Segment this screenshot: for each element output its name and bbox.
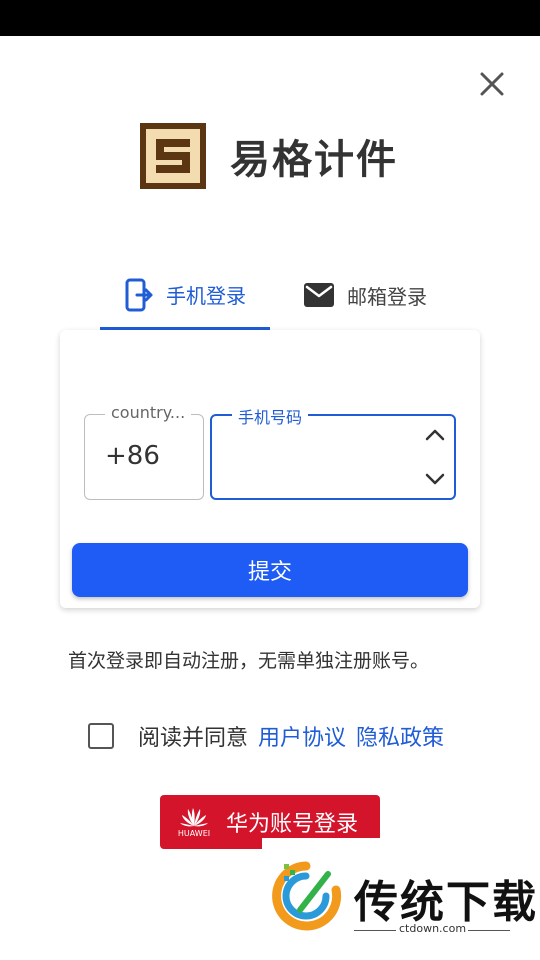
watermark-divider-right xyxy=(468,930,510,931)
submit-button[interactable]: 提交 xyxy=(72,543,468,597)
agreement-row: 阅读并同意 用户协议 隐私政策 xyxy=(88,716,444,756)
country-code-value: +86 xyxy=(105,441,160,471)
status-bar xyxy=(0,0,540,36)
tab-phone-label: 手机登录 xyxy=(166,284,246,308)
auto-register-hint: 首次登录即自动注册，无需单独注册账号。 xyxy=(68,650,430,672)
watermark-title: 传统下载 xyxy=(354,877,538,928)
app-name: 易格计件 xyxy=(230,137,398,183)
huawei-login-label: 华为账号登录 xyxy=(226,812,359,837)
ctdown-logo-icon xyxy=(272,861,342,931)
close-button[interactable] xyxy=(470,62,514,106)
user-agreement-link[interactable]: 用户协议 xyxy=(258,720,346,752)
phone-label: 手机号码 xyxy=(232,404,309,428)
privacy-policy-link[interactable]: 隐私政策 xyxy=(356,720,444,752)
country-code-select[interactable]: country... +86 xyxy=(84,403,204,500)
huawei-logo: HUAWEI xyxy=(170,806,218,838)
close-icon xyxy=(480,72,504,96)
huawei-logo-text: HUAWEI xyxy=(177,829,211,838)
tab-email-login[interactable]: 邮箱登录 xyxy=(280,262,450,328)
huawei-flower-icon xyxy=(180,808,208,827)
agreement-text: 阅读并同意 xyxy=(138,726,249,751)
phone-input[interactable] xyxy=(228,442,412,476)
login-tabs: 手机登录 邮箱登录 xyxy=(100,262,450,330)
tab-email-label: 邮箱登录 xyxy=(347,284,427,309)
tab-phone-login[interactable]: 手机登录 xyxy=(100,262,270,330)
watermark-subtitle: ctdown.com xyxy=(399,922,467,935)
agreement-checkbox[interactable] xyxy=(88,723,114,749)
mail-icon xyxy=(304,283,334,307)
country-label: country... xyxy=(105,403,192,422)
phone-login-icon xyxy=(125,278,153,311)
watermark: 传统下载 ctdown.com xyxy=(262,838,540,960)
login-card: country... +86 手机号码 提交 xyxy=(60,330,480,608)
chevron-up-icon[interactable] xyxy=(424,426,446,444)
app-header: 易格计件 xyxy=(138,120,398,192)
app-logo-icon xyxy=(140,123,206,189)
watermark-divider-left xyxy=(354,930,396,931)
chevron-down-icon[interactable] xyxy=(424,470,446,488)
phone-field[interactable]: 手机号码 xyxy=(210,404,456,500)
